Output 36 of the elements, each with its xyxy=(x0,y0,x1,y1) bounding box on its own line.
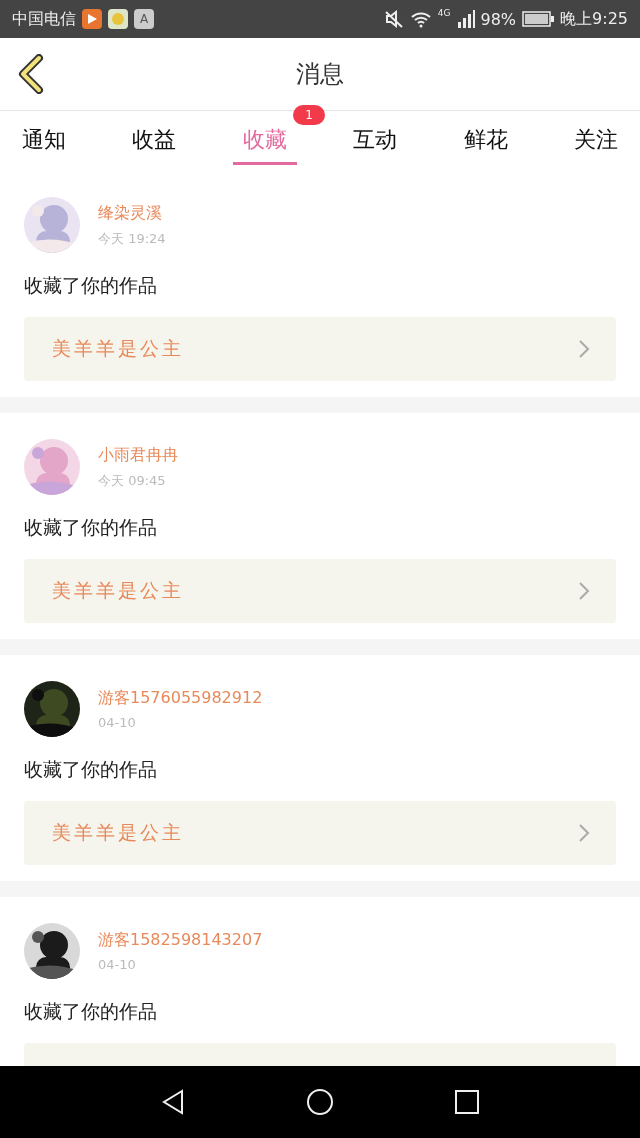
chevron-icon xyxy=(578,339,590,359)
message-text: 收藏了你的作品 xyxy=(24,273,158,298)
count-badge: 1 xyxy=(293,105,325,125)
message-text: 收藏了你的作品 xyxy=(24,515,158,540)
home-nav-icon[interactable] xyxy=(306,1088,334,1116)
tab[interactable]: 互动 xyxy=(343,115,408,165)
play-icon xyxy=(82,9,102,29)
back-nav-icon[interactable] xyxy=(160,1088,186,1116)
user-name: 绛染灵溪 xyxy=(98,202,163,224)
tab[interactable]: 鲜花 xyxy=(453,115,518,165)
chevron-icon xyxy=(578,581,590,601)
message-time: 04-10 xyxy=(98,715,137,730)
page-title: 消息 xyxy=(296,59,344,90)
app-badge: A xyxy=(134,9,154,29)
user-name: 游客1576055982912 xyxy=(98,688,263,709)
signal-icon xyxy=(456,10,475,28)
clock-text: 晚上9:25 xyxy=(560,8,628,30)
mute-icon xyxy=(383,10,404,28)
recents-nav-icon[interactable] xyxy=(454,1089,480,1115)
message-time: 04-10 xyxy=(98,957,137,972)
tab[interactable]: 通知 xyxy=(12,115,76,165)
message-time: 今天 09:45 xyxy=(98,471,167,490)
carrier-text: 中国电信 xyxy=(12,8,76,30)
message-text: 收藏了你的作品 xyxy=(24,757,158,782)
tab[interactable]: 收益 xyxy=(122,115,187,165)
message-time: 今天 19:24 xyxy=(98,229,166,248)
battery-icon xyxy=(522,11,555,27)
message-text: 收藏了你的作品 xyxy=(24,999,158,1024)
battery-text: 98% xyxy=(480,9,517,29)
user-name: 小雨君冉冉 xyxy=(98,444,178,466)
user-name: 游客1582598143207 xyxy=(98,930,263,951)
chat-icon xyxy=(108,9,128,29)
tab[interactable]: 关注 xyxy=(563,115,628,165)
chevron-icon xyxy=(578,823,590,843)
network-text: 4G xyxy=(437,8,451,18)
wifi-icon xyxy=(409,10,432,28)
